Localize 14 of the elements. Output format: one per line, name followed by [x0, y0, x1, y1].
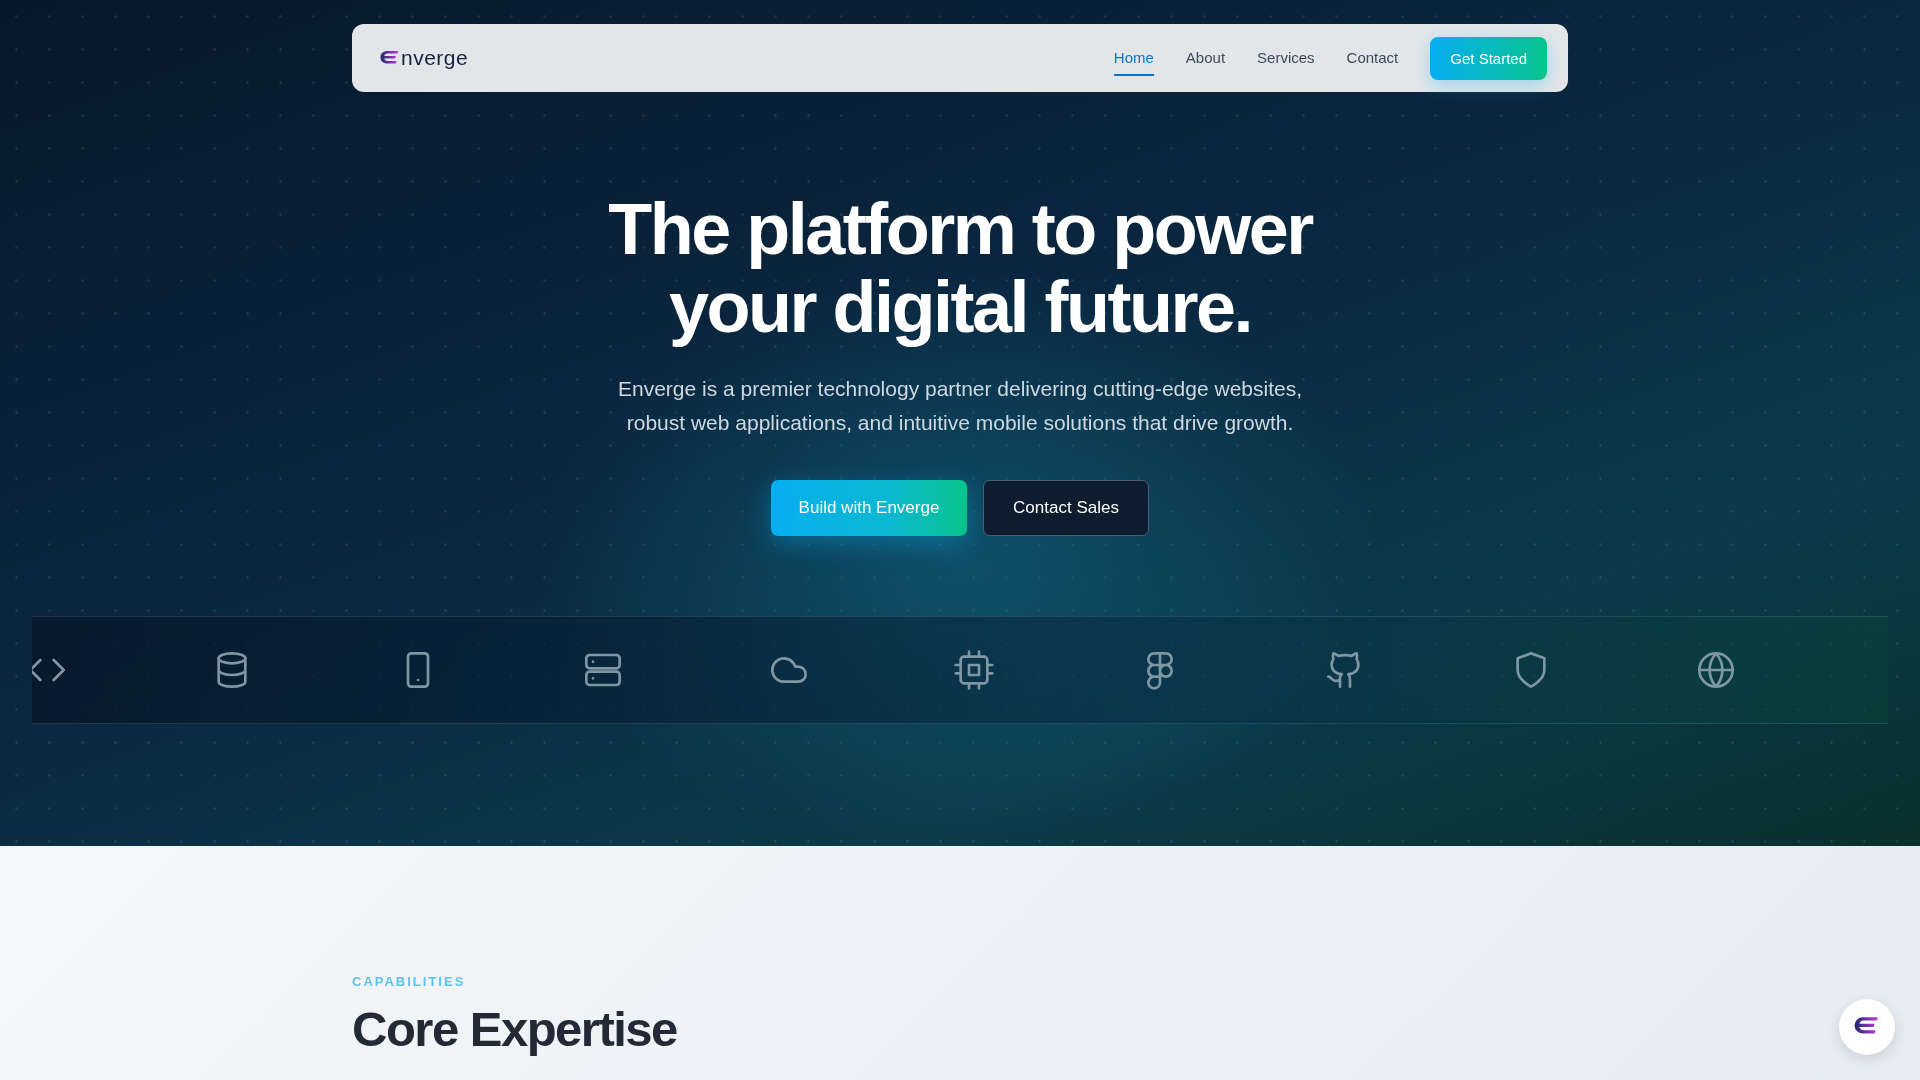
contact-sales-button[interactable]: Contact Sales	[983, 480, 1149, 536]
section-title: Core Expertise	[352, 1001, 677, 1057]
chip-icon	[954, 650, 995, 690]
logo-icon[interactable]	[380, 49, 400, 67]
chat-button[interactable]	[1839, 999, 1895, 1055]
nav-link[interactable]: Services	[1257, 40, 1315, 76]
logo-text[interactable]: nverge	[401, 46, 469, 70]
section-eyebrow: CAPABILITIES	[352, 974, 466, 989]
hero-subtitle: Enverge is a premier technology partner delivering cutting-edge websites, robust web applications, and intuitive mobile solutions that drive growth.	[617, 376, 1302, 436]
nav-link[interactable]: About	[1185, 40, 1226, 76]
globe-icon	[1696, 650, 1737, 690]
nav-link[interactable]: Home	[1113, 40, 1154, 76]
hero-title: The platform to power your digital future.	[608, 190, 1312, 346]
nav-link[interactable]: Contact	[1346, 40, 1399, 76]
